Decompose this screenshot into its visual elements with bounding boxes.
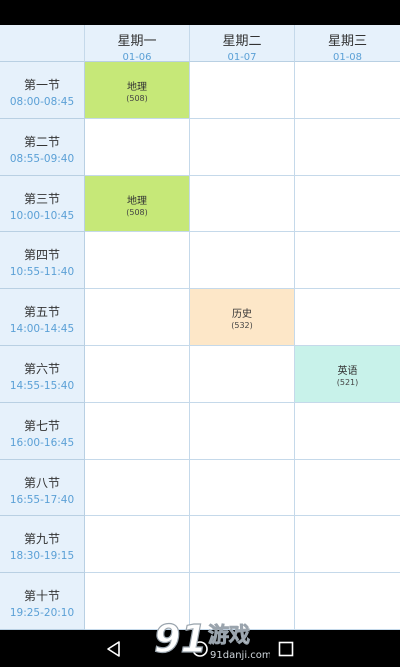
schedule-cell[interactable] (295, 118, 400, 176)
schedule-cell[interactable] (295, 402, 400, 460)
schedule-cell[interactable]: 英语 (521) (295, 346, 400, 403)
period-label: 第五节 14:00-14:45 (0, 289, 85, 346)
period-name: 第二节 (23, 134, 60, 149)
course-name: 历史 (232, 309, 252, 321)
period-name: 第九节 (23, 532, 60, 547)
period-time: 16:00-16:45 (9, 436, 75, 449)
course-block[interactable]: 历史 (532) (190, 289, 294, 345)
back-icon[interactable] (104, 639, 124, 659)
course-name: 地理 (127, 195, 147, 207)
period-label: 第八节 16:55-17:40 (0, 459, 85, 517)
schedule-grid: 星期一 01-06 星期二 01-07 星期三 01-08 第一节 08:00-0… (0, 25, 400, 630)
period-label: 第二节 08:55-09:40 (0, 118, 85, 176)
schedule-cell[interactable] (295, 516, 400, 574)
period-name: 第七节 (23, 418, 60, 433)
schedule-cell[interactable] (190, 232, 295, 290)
recents-icon[interactable] (276, 639, 296, 659)
period-time: 18:30-19:15 (9, 550, 75, 563)
period-label: 第三节 10:00-10:45 (0, 175, 85, 233)
day-header-monday: 星期一 01-06 (85, 25, 190, 63)
period-name: 第六节 (23, 362, 60, 376)
schedule-cell[interactable] (85, 459, 190, 517)
schedule-cell[interactable] (190, 516, 295, 574)
course-room: (532) (231, 321, 253, 331)
period-time: 10:55-11:40 (9, 266, 75, 279)
period-label: 第一节 08:00-08:45 (0, 62, 85, 119)
schedule-cell[interactable] (295, 573, 400, 630)
period-label: 第六节 14:55-15:40 (0, 346, 85, 403)
course-block[interactable]: 英语 (521) (295, 346, 400, 402)
day-header-tuesday: 星期二 01-07 (190, 25, 295, 63)
day-label: 星期三 (327, 34, 367, 49)
schedule-cell[interactable] (190, 118, 295, 176)
period-name: 第八节 (23, 475, 60, 490)
schedule-cell[interactable] (295, 232, 400, 290)
period-time: 16:55-17:40 (9, 493, 75, 506)
schedule-cell[interactable]: 地理 (508) (85, 175, 190, 233)
schedule-cell[interactable] (295, 62, 400, 119)
schedule-cell[interactable] (295, 175, 400, 233)
schedule-cell[interactable] (295, 289, 400, 346)
course-name: 英语 (337, 366, 358, 377)
schedule-cell[interactable]: 历史 (532) (190, 289, 295, 346)
period-label: 第十节 19:25-20:10 (0, 573, 85, 630)
day-header-wednesday: 星期三 01-08 (295, 25, 400, 63)
schedule-cell[interactable] (190, 175, 295, 233)
schedule-cell[interactable] (190, 346, 295, 403)
schedule-cell[interactable] (190, 459, 295, 517)
schedule-cell[interactable] (295, 459, 400, 517)
period-name: 第十节 (23, 589, 60, 604)
period-time: 14:00-14:45 (9, 323, 75, 336)
period-name: 第四节 (23, 248, 60, 263)
schedule-cell[interactable] (190, 402, 295, 460)
period-time: 19:25-20:10 (9, 607, 75, 620)
period-time: 08:00-08:45 (9, 96, 75, 108)
watermark-text: 游戏 (208, 623, 250, 647)
header-corner (0, 25, 85, 62)
period-time: 08:55-09:40 (9, 152, 75, 165)
course-room: (521) (336, 378, 359, 387)
watermark-logo: 91 游戏 91danji.com (153, 616, 270, 661)
period-name: 第三节 (23, 191, 60, 206)
svg-text:91: 91 (154, 617, 207, 661)
period-label: 第四节 10:55-11:40 (0, 232, 85, 290)
period-time: 10:00-10:45 (9, 209, 75, 222)
day-label: 星期一 (117, 34, 157, 49)
course-room: (508) (126, 207, 148, 217)
period-label: 第七节 16:00-16:45 (0, 402, 85, 460)
schedule-cell[interactable] (190, 62, 295, 119)
day-label: 星期二 (222, 34, 262, 49)
schedule-cell[interactable] (85, 346, 190, 403)
schedule-cell[interactable]: 地理 (508) (85, 62, 190, 119)
app-screen: 星期一 01-06 星期二 01-07 星期三 01-08 第一节 08:00-0… (0, 0, 400, 667)
period-name: 第一节 (23, 78, 60, 92)
period-time: 14:55-15:40 (9, 380, 75, 392)
schedule-cell[interactable] (85, 289, 190, 346)
schedule-cell[interactable] (85, 402, 190, 460)
schedule-cell[interactable] (85, 232, 190, 290)
course-block[interactable]: 地理 (508) (85, 62, 189, 118)
course-room: (508) (126, 94, 148, 103)
status-bar (0, 0, 400, 25)
schedule-cell[interactable] (85, 516, 190, 574)
course-name: 地理 (127, 82, 147, 93)
course-block[interactable]: 地理 (508) (85, 175, 189, 232)
period-name: 第五节 (23, 305, 60, 320)
period-label: 第九节 18:30-19:15 (0, 516, 85, 574)
watermark-site: 91danji.com (210, 650, 270, 661)
schedule-cell[interactable] (85, 118, 190, 176)
